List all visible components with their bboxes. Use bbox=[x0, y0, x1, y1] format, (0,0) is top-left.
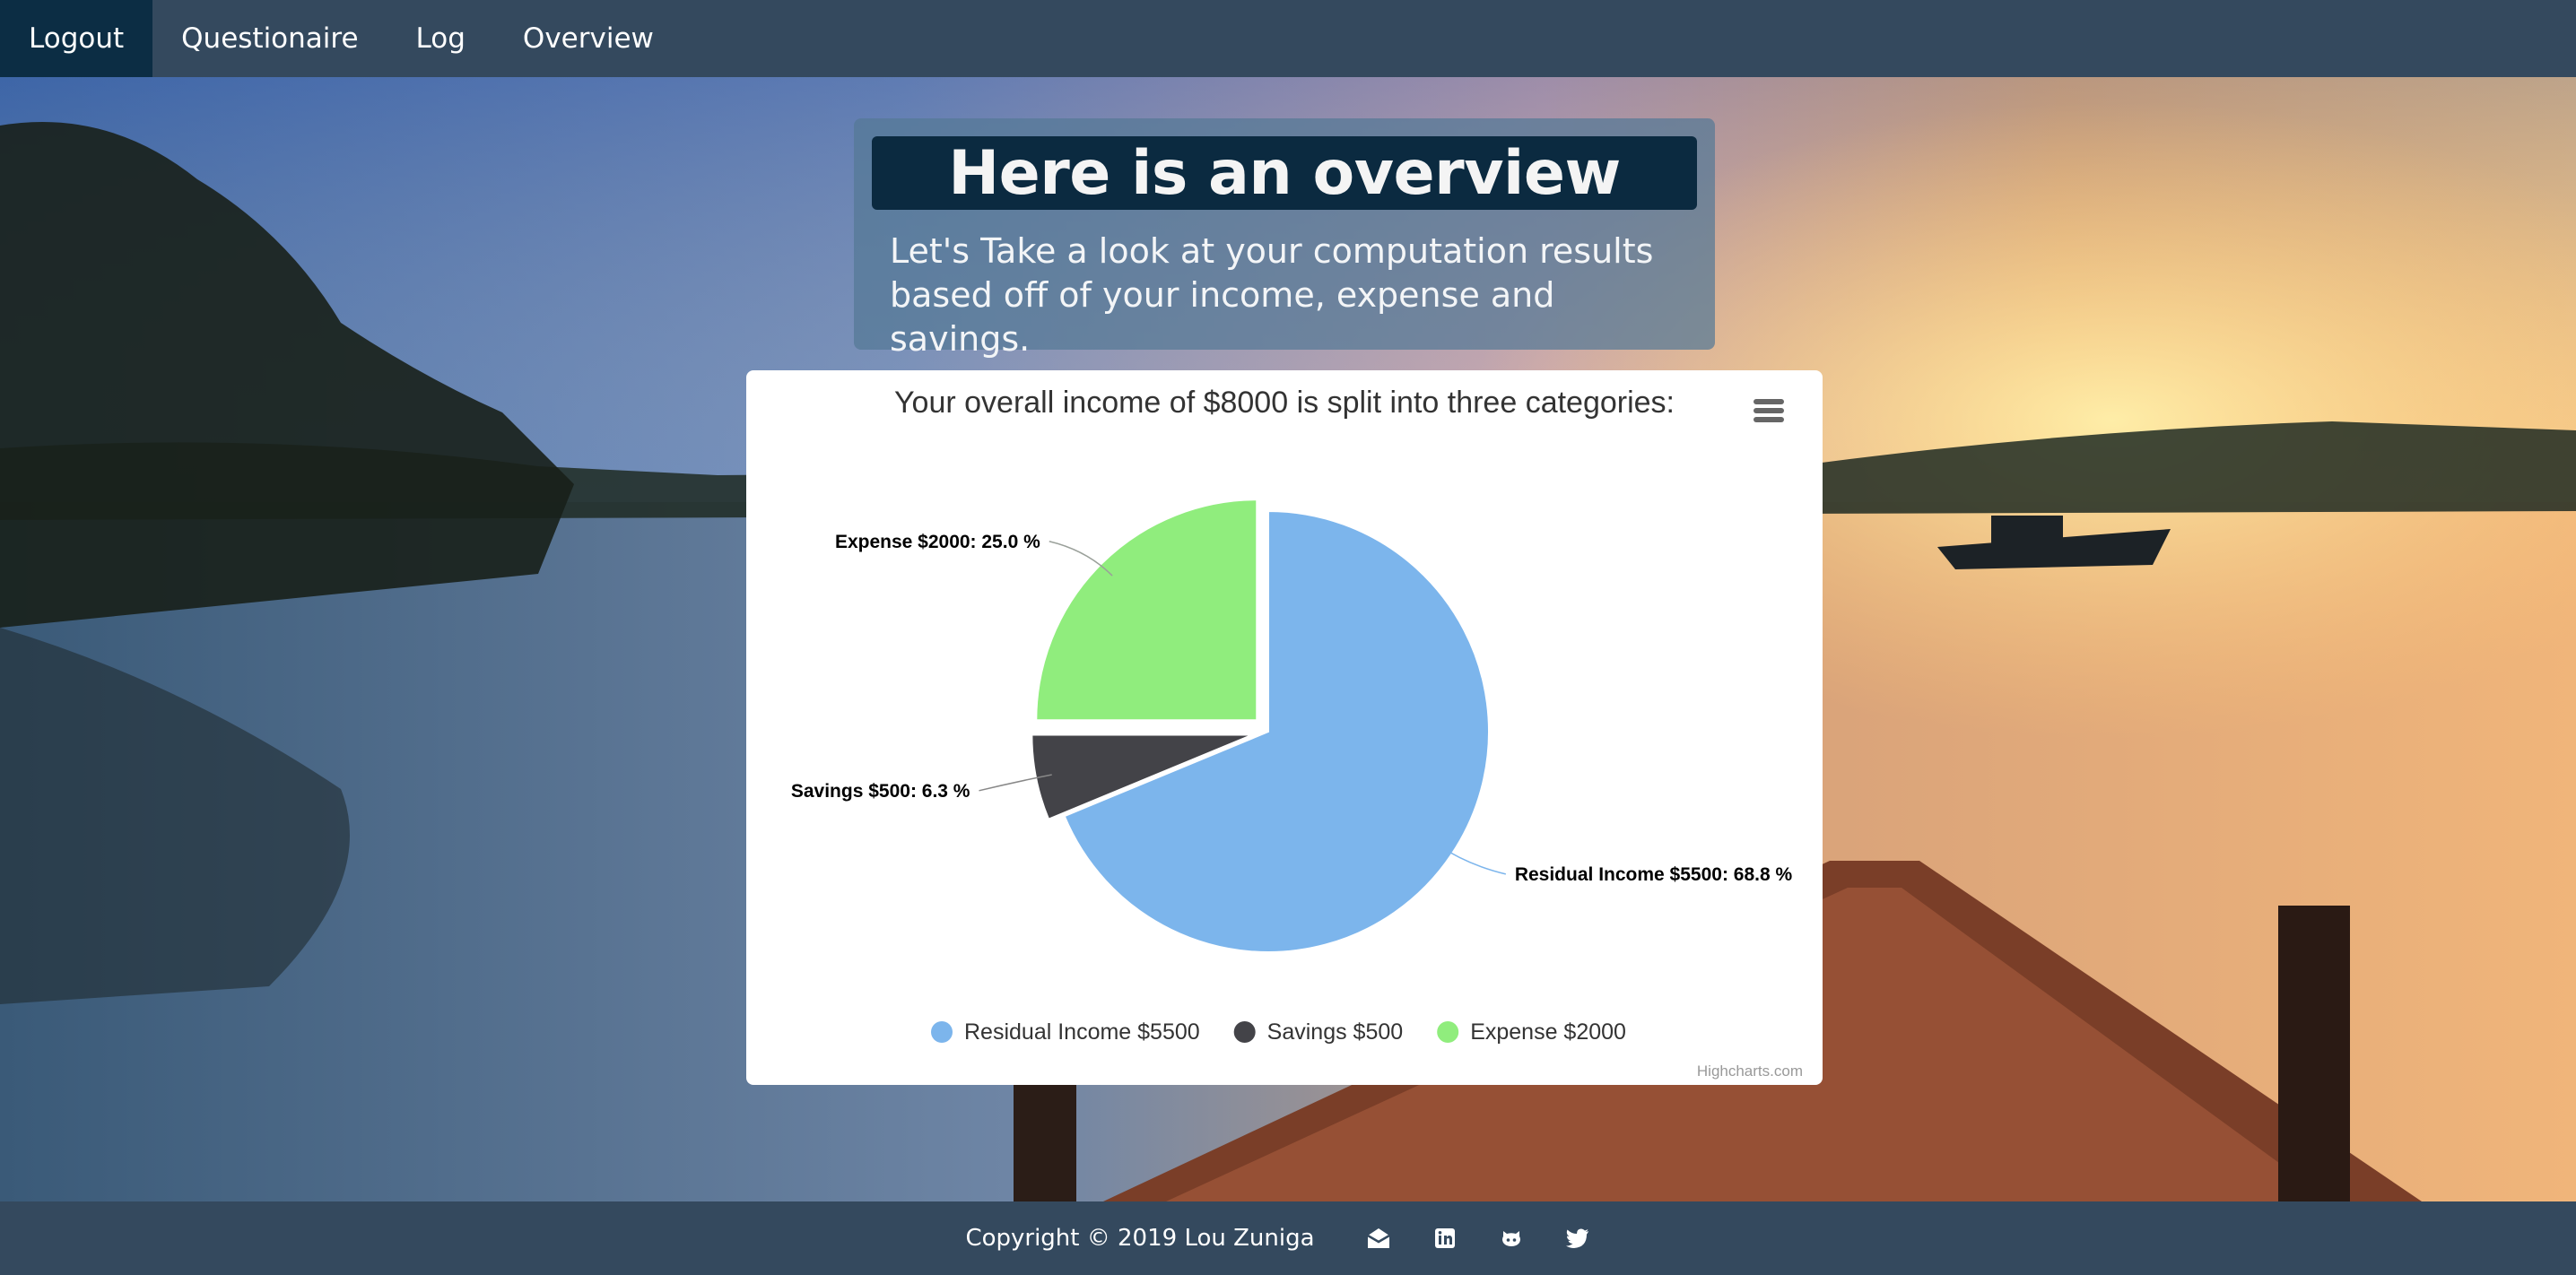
twitter-icon[interactable] bbox=[1562, 1223, 1593, 1253]
legend-item-1[interactable]: Savings $500 bbox=[1233, 1019, 1404, 1045]
legend-label-1: Savings $500 bbox=[1267, 1019, 1404, 1045]
data-label-0: Residual Income $5500: 68.8 % bbox=[1515, 864, 1793, 885]
legend-marker-2 bbox=[1437, 1021, 1459, 1043]
footer: Copyright © 2019 Lou Zuniga bbox=[0, 1201, 2576, 1275]
nav-logout[interactable]: Logout bbox=[0, 0, 153, 77]
data-label-2: Expense $2000: 25.0 % bbox=[835, 532, 1040, 552]
email-icon[interactable] bbox=[1363, 1223, 1394, 1253]
overview-header-card: Here is an overview Let's Take a look at… bbox=[854, 118, 1715, 359]
subtitle-line-2: based off of your income, expense and sa… bbox=[890, 275, 1555, 359]
chart-title: Your overall income of $8000 is split in… bbox=[894, 386, 1675, 420]
nav-log[interactable]: Log bbox=[387, 0, 494, 77]
legend-item-0[interactable]: Residual Income $5500 bbox=[931, 1019, 1200, 1045]
copyright-text: Copyright © 2019 Lou Zuniga bbox=[965, 1225, 1315, 1252]
data-label-1: Savings $500: 6.3 % bbox=[791, 781, 970, 802]
subtitle-line-1: Let's Take a look at your computation re… bbox=[890, 231, 1654, 271]
linkedin-icon[interactable] bbox=[1430, 1223, 1460, 1253]
legend-label-0: Residual Income $5500 bbox=[964, 1019, 1200, 1045]
nav-overview[interactable]: Overview bbox=[494, 0, 683, 77]
legend-marker-0 bbox=[931, 1021, 953, 1043]
top-navbar: Logout Questionaire Log Overview bbox=[0, 0, 2576, 77]
legend-marker-1 bbox=[1233, 1021, 1256, 1043]
page-subtitle: Let's Take a look at your computation re… bbox=[890, 230, 1697, 361]
highcharts-credits-link[interactable]: Highcharts.com bbox=[1697, 1062, 1803, 1080]
pie-slice-2[interactable] bbox=[1035, 499, 1258, 722]
nav-questionaire[interactable]: Questionaire bbox=[152, 0, 387, 77]
page-title: Here is an overview bbox=[872, 136, 1697, 210]
pie-chart: Your overall income of $8000 is split in… bbox=[791, 386, 1803, 1080]
pie-chart-card: Your overall income of $8000 is split in… bbox=[746, 370, 1823, 1085]
legend-item-2[interactable]: Expense $2000 bbox=[1437, 1019, 1626, 1045]
github-icon[interactable] bbox=[1496, 1223, 1527, 1253]
legend-label-2: Expense $2000 bbox=[1470, 1019, 1626, 1045]
hamburger-menu-icon[interactable] bbox=[1753, 392, 1785, 428]
